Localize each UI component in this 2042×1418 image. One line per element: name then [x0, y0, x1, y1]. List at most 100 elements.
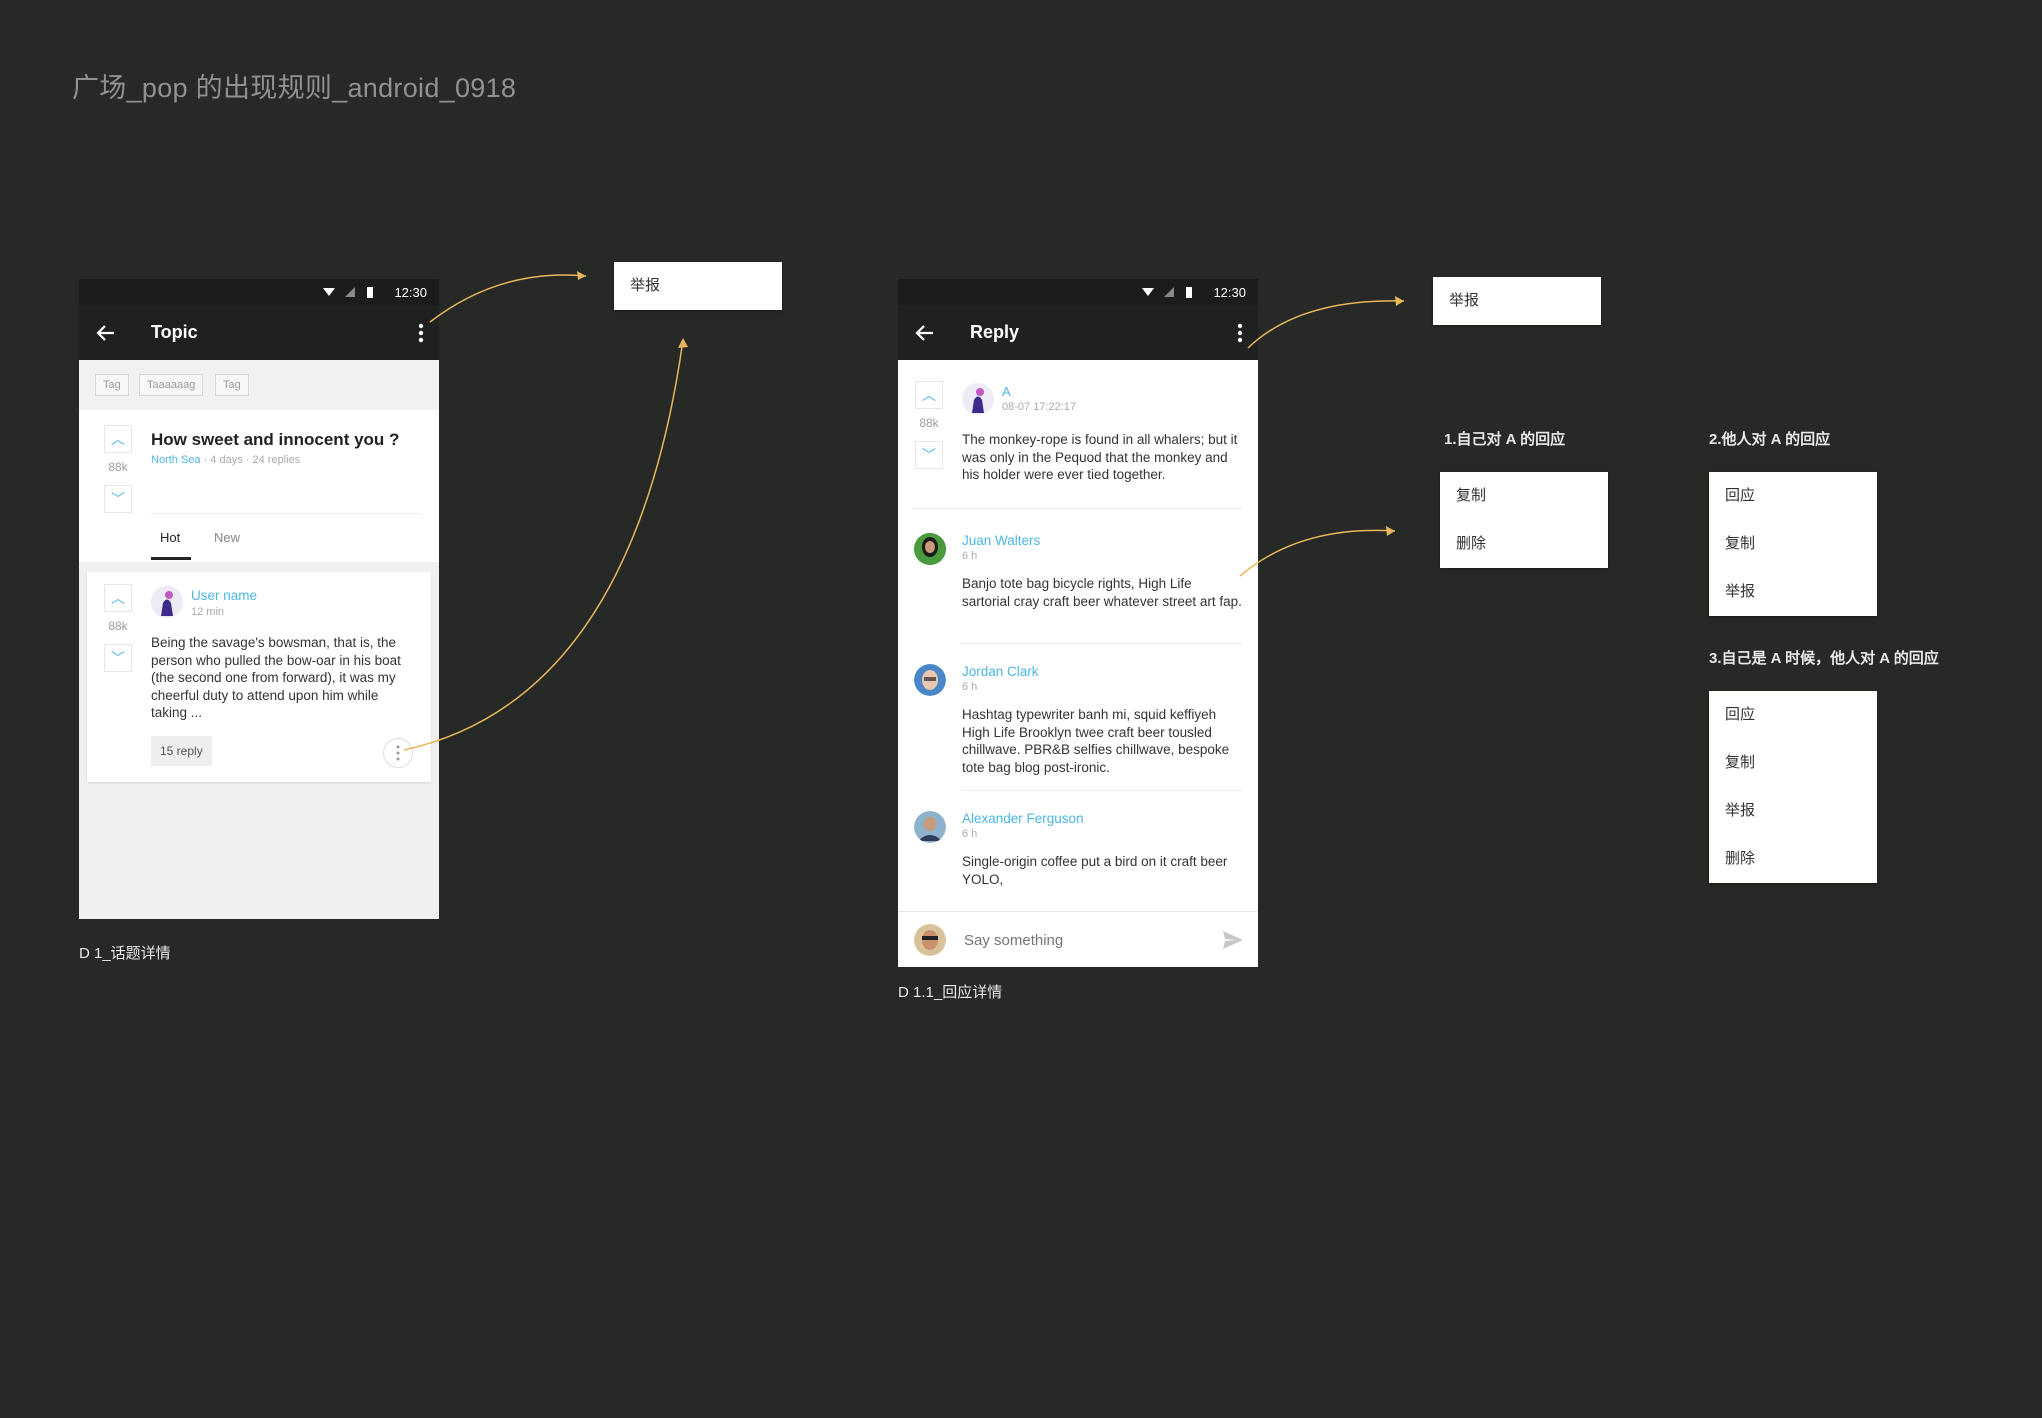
signal-icon: [1164, 287, 1174, 297]
tab-indicator: [151, 557, 191, 560]
avatar-photo-icon: [914, 811, 946, 843]
divider: [151, 513, 421, 514]
status-time: 12:30: [1213, 285, 1246, 300]
reply-author[interactable]: A: [1002, 384, 1011, 399]
menu-item-delete[interactable]: 删除: [1709, 835, 1877, 883]
reply-screen: 12:30 Reply ︿ 88k ﹀ A 08-07 17:22:17 The…: [898, 279, 1258, 967]
card-time: 12 min: [191, 606, 225, 618]
more-vert-icon[interactable]: [1236, 322, 1244, 344]
tab-new[interactable]: New: [214, 530, 240, 545]
menu-item-copy[interactable]: 复制: [1709, 520, 1877, 568]
reply-time: 6 h: [962, 681, 978, 693]
section-heading: 2.他人对 A 的回应: [1709, 431, 1831, 448]
status-bar: 12:30: [79, 279, 439, 305]
page-title: Reply: [970, 322, 1020, 342]
menu-item-copy[interactable]: 复制: [1440, 472, 1608, 520]
post-meta: North Sea · 4 days · 24 replies: [151, 454, 300, 466]
send-icon[interactable]: [1222, 930, 1244, 950]
reply-author[interactable]: Jordan Clark: [962, 664, 1039, 679]
menu-item-respond[interactable]: 回应: [1709, 472, 1877, 520]
chevron-up-icon[interactable]: ︿: [104, 425, 132, 453]
screen-label: D 1_话题详情: [79, 945, 171, 962]
avatar-figure-icon: [151, 586, 183, 618]
chevron-up-icon[interactable]: ︿: [104, 584, 132, 612]
avatar: [914, 924, 946, 956]
connector-arrow: [429, 274, 587, 323]
reply-body: Single-origin coffee put a bird on it cr…: [962, 854, 1228, 887]
menu-item-delete[interactable]: 删除: [1440, 520, 1608, 568]
signal-icon: [345, 287, 355, 297]
reply-input[interactable]: [962, 926, 1206, 954]
avatar[interactable]: [914, 811, 946, 843]
card-body: Being the savage's bowsman, that is, the…: [151, 635, 401, 720]
vote-count: 88k: [108, 460, 128, 474]
vote-count: 88k: [108, 619, 128, 633]
context-menu: 回应 复制 举报 删除: [1709, 691, 1877, 883]
tag-chip[interactable]: Tag: [215, 374, 249, 396]
post-title: How sweet and innocent you ?: [151, 430, 400, 449]
reply-input-bar: [898, 911, 1258, 967]
reply-body: Banjo tote bag bicycle rights, High Life…: [962, 576, 1242, 609]
reply-time: 6 h: [962, 550, 978, 562]
menu-item-report[interactable]: 举报: [1433, 277, 1601, 325]
tab-hot[interactable]: Hot: [160, 530, 180, 545]
reply-author[interactable]: Alexander Ferguson: [962, 811, 1084, 826]
status-icons: [323, 287, 373, 298]
menu-item-report[interactable]: 举报: [614, 262, 782, 310]
chevron-down-icon[interactable]: ﹀: [915, 441, 943, 469]
post-header: ︿ 88k ﹀ How sweet and innocent you ? Nor…: [79, 410, 439, 562]
reply-author[interactable]: Juan Walters: [962, 533, 1040, 548]
avatar[interactable]: [151, 586, 183, 618]
reply-body: Hashtag typewriter banh mi, squid keffiy…: [962, 707, 1230, 775]
arrowhead: [577, 271, 586, 280]
avatar[interactable]: [914, 664, 946, 696]
avatar-photo-icon: [914, 533, 946, 565]
arrowhead: [1395, 296, 1404, 306]
menu-item-report[interactable]: 举报: [1709, 568, 1877, 616]
card-more-button[interactable]: [383, 738, 413, 768]
back-arrow-icon[interactable]: [93, 320, 119, 346]
menu-item-copy[interactable]: 复制: [1709, 739, 1877, 787]
battery-icon: [367, 287, 373, 298]
connector-arrow: [1239, 529, 1396, 577]
status-time: 12:30: [394, 285, 427, 300]
page-title: Topic: [151, 322, 198, 342]
avatar-photo-icon: [914, 664, 946, 696]
chevron-up-icon[interactable]: ︿: [915, 381, 943, 409]
tag-chip[interactable]: Tag: [95, 374, 129, 396]
divider: [962, 643, 1242, 644]
avatar-photo-icon: [914, 924, 946, 956]
chevron-down-icon[interactable]: ﹀: [104, 644, 132, 672]
avatar[interactable]: [914, 533, 946, 565]
back-arrow-icon[interactable]: [912, 320, 938, 346]
avatar-figure-icon: [962, 383, 994, 415]
vote-control: ︿ 88k ﹀: [104, 425, 132, 513]
menu-item-respond[interactable]: 回应: [1709, 691, 1877, 739]
battery-icon: [1186, 287, 1192, 298]
vote-count: 88k: [919, 416, 939, 430]
status-icons: [1142, 287, 1192, 298]
arrowhead: [1386, 526, 1395, 536]
reply-count-chip[interactable]: 15 reply: [151, 736, 212, 766]
card-username[interactable]: User name: [191, 588, 257, 603]
more-vert-icon: [396, 745, 400, 761]
report-popup: 举报: [1433, 277, 1601, 325]
menu-item-report[interactable]: 举报: [1709, 787, 1877, 835]
tag-chip[interactable]: Taaaaaag: [139, 374, 204, 396]
topic-screen: 12:30 Topic Tag Taaaaaag Tag ︿ 88k ﹀ How…: [79, 279, 439, 919]
divider: [962, 790, 1242, 791]
reply-time: 08-07 17:22:17: [1002, 401, 1077, 413]
tag-row: Tag Taaaaaag Tag: [79, 360, 439, 410]
reply-card[interactable]: ︿ 88k ﹀ User name 12 min Being the savag…: [87, 572, 431, 782]
chevron-down-icon[interactable]: ﹀: [104, 485, 132, 513]
avatar[interactable]: [962, 383, 994, 415]
post-author[interactable]: North Sea: [151, 454, 201, 466]
wifi-icon: [323, 288, 335, 296]
divider: [914, 508, 1242, 509]
wifi-icon: [1142, 288, 1154, 296]
post-stats: · 4 days · 24 replies: [200, 454, 301, 466]
status-bar: 12:30: [898, 279, 1258, 305]
more-vert-icon[interactable]: [417, 322, 425, 344]
context-menu: 复制 删除: [1440, 472, 1608, 568]
app-bar: Topic: [79, 305, 439, 360]
